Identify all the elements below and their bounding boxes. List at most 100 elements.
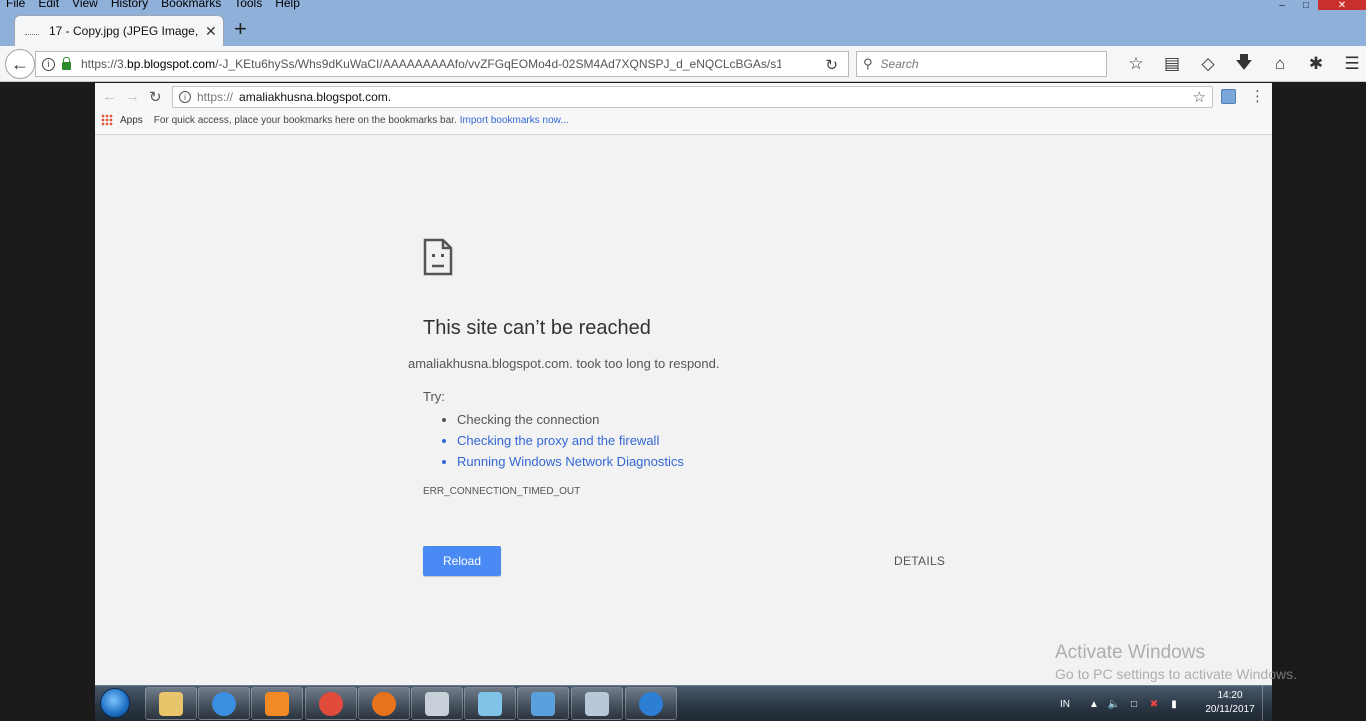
taskbar-app-remote-desktop[interactable]: [517, 687, 569, 720]
taskbar-app-chrome[interactable]: [305, 687, 357, 720]
suggestions-list: Checking the connection Checking the pro…: [457, 409, 684, 472]
tab-favicon-icon: [25, 33, 39, 35]
chrome-star-icon[interactable]: ☆: [1193, 88, 1206, 106]
apps-label[interactable]: Apps: [120, 115, 143, 126]
pocket-icon[interactable]: ◇: [1190, 52, 1226, 76]
action-center-icon[interactable]: □: [1128, 698, 1140, 710]
firefox-toolbar-icons: ☆ ▤ ◇ 🡇 ⌂ ✱ ☰: [1118, 52, 1366, 76]
watermark-line-2: Go to PC settings to activate Windows.: [1055, 666, 1297, 682]
error-title: This site can’t be reached: [423, 317, 651, 339]
language-indicator[interactable]: IN: [1060, 699, 1070, 710]
menu-edit[interactable]: Edit: [38, 0, 59, 10]
network-icon[interactable]: ✖: [1148, 698, 1160, 710]
chrome-omnibox[interactable]: i https:// amaliakhusna.blogspot.com. ☆: [172, 86, 1213, 108]
tool-app-icon: [425, 691, 449, 716]
reload-button[interactable]: Reload: [423, 546, 501, 576]
bookmarks-hint: For quick access, place your bookmarks h…: [153, 114, 457, 126]
tray-expand-icon[interactable]: ▲: [1088, 698, 1100, 710]
taskbar-clock[interactable]: 14:20 20/11/2017: [1190, 689, 1270, 717]
new-tab-button[interactable]: +: [234, 18, 247, 40]
chrome-back-icon[interactable]: ←: [102, 88, 117, 105]
firefox-icon: [372, 691, 396, 716]
notepad-app-icon: [478, 691, 502, 716]
show-desktop-button[interactable]: [1262, 686, 1272, 721]
file-explorer-icon: [159, 691, 183, 716]
menu-bookmarks[interactable]: Bookmarks: [161, 0, 221, 10]
reading-list-icon[interactable]: ▤: [1154, 52, 1190, 76]
download-icon[interactable]: 🡇: [1226, 52, 1262, 76]
details-button[interactable]: DETAILS: [894, 554, 945, 568]
menu-view[interactable]: View: [72, 0, 98, 10]
suggestion-check-connection: Checking the connection: [457, 409, 684, 430]
watermark-line-1: Activate Windows: [1055, 642, 1205, 663]
back-button[interactable]: ←: [5, 49, 35, 79]
error-code: ERR_CONNECTION_TIMED_OUT: [423, 486, 581, 497]
tab-close-icon[interactable]: ✕: [205, 23, 217, 40]
windows-taskbar: IN ▲ 🔈 □ ✖ ▮ 14:20 20/11/2017: [95, 685, 1272, 721]
clock-date: 20/11/2017: [1205, 704, 1255, 715]
try-label: Try:: [423, 389, 445, 404]
taskbar-app-firefox[interactable]: [358, 687, 410, 720]
minimize-button[interactable]: –: [1270, 0, 1294, 11]
chrome-toolbar: ← → ↻ i https:// amaliakhusna.blogspot.c…: [95, 83, 1272, 135]
activate-windows-watermark: Activate Windows Go to PC settings to ac…: [1055, 641, 1297, 684]
maximize-button[interactable]: □: [1294, 0, 1318, 11]
apps-icon[interactable]: [101, 114, 113, 126]
taskbar-app-media-player[interactable]: [251, 687, 303, 720]
chrome-icon: [319, 691, 343, 716]
firefox-reload-icon[interactable]: ↻: [825, 56, 838, 74]
chrome-forward-icon[interactable]: →: [125, 88, 140, 105]
menu-help[interactable]: Help: [275, 0, 300, 10]
taskbar-app-teamviewer[interactable]: [625, 687, 677, 720]
chrome-reload-icon[interactable]: ↻: [149, 88, 162, 106]
clock-time: 14:20: [1217, 690, 1243, 701]
error-host: amaliakhusna.blogspot.com.: [408, 356, 573, 371]
taskbar-app-paint[interactable]: [571, 687, 623, 720]
tab-title: 17 - Copy.jpg (JPEG Image, 1: [49, 24, 199, 38]
error-page: This site can’t be reached amaliakhusna.…: [95, 135, 1272, 685]
window-close-button[interactable]: ✕: [1318, 0, 1366, 11]
internet-explorer-icon: [212, 691, 236, 716]
paint-icon: [585, 691, 609, 716]
chrome-screenshot: ← → ↻ i https:// amaliakhusna.blogspot.c…: [95, 83, 1272, 685]
home-icon[interactable]: ⌂: [1262, 52, 1298, 76]
taskbar-app-internet-explorer[interactable]: [198, 687, 250, 720]
taskbar-app-tool-app[interactable]: [411, 687, 463, 720]
chrome-extension-icon[interactable]: [1221, 89, 1236, 104]
lock-icon: [62, 56, 71, 70]
window-controls: – □ ✕: [1270, 0, 1366, 11]
media-player-icon: [265, 691, 289, 716]
url-text[interactable]: https://3.bp.blogspot.com/-J_KEtu6hySs/W…: [81, 57, 781, 71]
firefox-search-box[interactable]: ⚲ Search: [856, 51, 1107, 77]
sad-page-icon: [423, 238, 453, 276]
omnibox-host: amaliakhusna.blogspot.com.: [239, 90, 392, 104]
search-placeholder: Search: [880, 57, 919, 71]
start-button[interactable]: [100, 688, 130, 718]
suggestion-network-diagnostics-link[interactable]: Running Windows Network Diagnostics: [457, 451, 684, 472]
firefox-title-area: File Edit View History Bookmarks Tools H…: [0, 0, 1366, 46]
volume-icon[interactable]: 🔈: [1108, 698, 1120, 710]
extension-icon[interactable]: ✱: [1298, 52, 1334, 76]
menu-tools[interactable]: Tools: [234, 0, 262, 10]
suggestion-proxy-firewall-link[interactable]: Checking the proxy and the firewall: [457, 430, 684, 451]
menu-history[interactable]: History: [111, 0, 148, 10]
menu-file[interactable]: File: [6, 0, 25, 10]
omnibox-scheme: https://: [197, 90, 234, 104]
remote-desktop-icon: [531, 691, 555, 716]
teamviewer-icon: [639, 691, 663, 716]
error-description: amaliakhusna.blogspot.com. took too long…: [408, 356, 720, 371]
taskbar-app-file-explorer[interactable]: [145, 687, 197, 720]
menu-bar: File Edit View History Bookmarks Tools H…: [0, 0, 313, 10]
hamburger-menu-icon[interactable]: ☰: [1334, 52, 1366, 76]
firefox-url-bar[interactable]: i https://3.bp.blogspot.com/-J_KEtu6hySs…: [35, 51, 849, 77]
taskbar-app-notepad-app[interactable]: [464, 687, 516, 720]
browser-tab[interactable]: 17 - Copy.jpg (JPEG Image, 1 ✕: [14, 15, 224, 46]
firefox-navigation-bar: ← i https://3.bp.blogspot.com/-J_KEtu6hy…: [0, 46, 1366, 82]
chrome-menu-icon[interactable]: ⋮: [1250, 87, 1265, 105]
site-info-icon[interactable]: i: [42, 57, 55, 71]
search-icon: ⚲: [863, 56, 873, 71]
battery-icon[interactable]: ▮: [1168, 698, 1180, 710]
import-bookmarks-link[interactable]: Import bookmarks now...: [460, 115, 569, 126]
bookmark-star-icon[interactable]: ☆: [1118, 52, 1154, 76]
chrome-info-icon[interactable]: i: [179, 91, 191, 103]
